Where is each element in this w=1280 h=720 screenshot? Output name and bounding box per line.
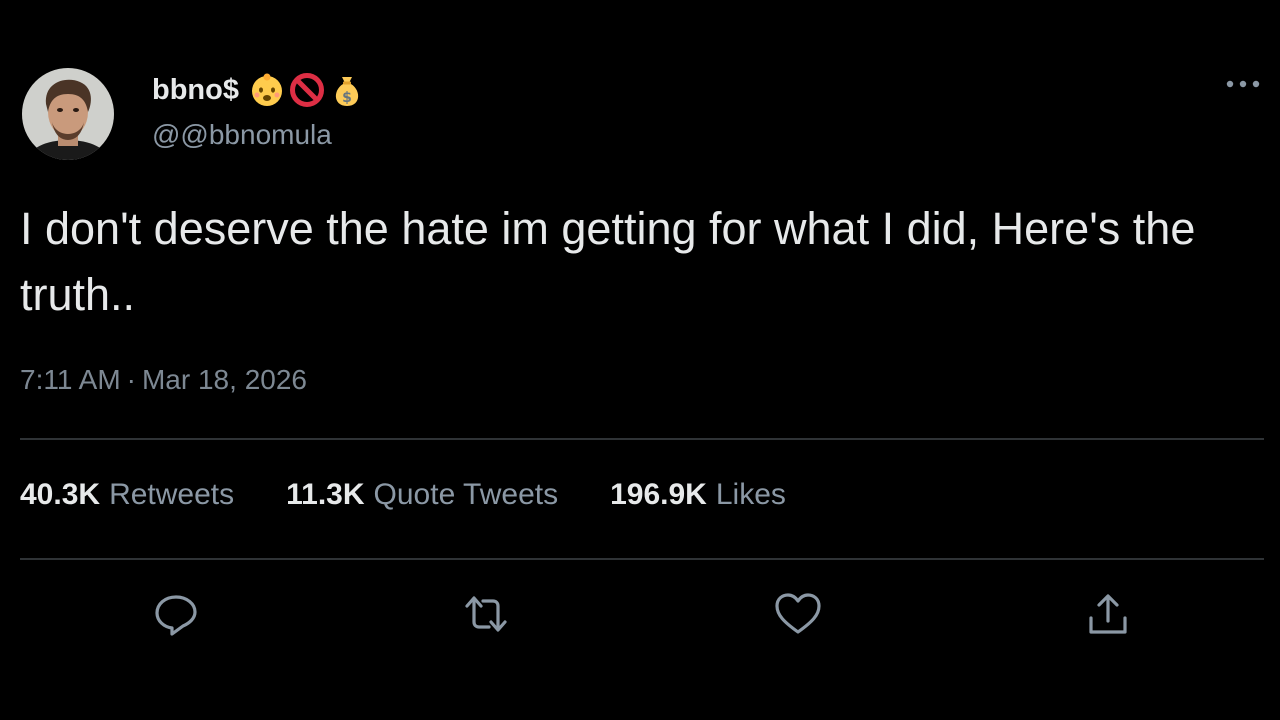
quote-tweets-label: Quote Tweets bbox=[373, 478, 559, 511]
author-handle[interactable]: @@bbnomula bbox=[152, 119, 332, 151]
retweets-label: Retweets bbox=[109, 478, 235, 511]
share-button[interactable] bbox=[1084, 590, 1132, 638]
display-name[interactable]: bbno$ bbox=[152, 74, 239, 107]
likes-count: 196.9K bbox=[610, 478, 707, 511]
reply-button[interactable] bbox=[152, 590, 200, 638]
baby-emoji-icon bbox=[252, 73, 282, 106]
more-options-icon[interactable] bbox=[1222, 76, 1264, 92]
quote-tweets-count: 11.3K bbox=[286, 478, 365, 511]
tweet-time: 7:11 AM bbox=[20, 364, 121, 395]
tweet-card: bbno$ $ @@bbnomula I don't deserve the h… bbox=[0, 0, 1280, 720]
tweet-stats: 40.3K Retweets 11.3K Quote Tweets 196.9K… bbox=[20, 478, 838, 512]
avatar-image bbox=[22, 68, 114, 160]
name-emojis: $ bbox=[249, 72, 365, 108]
tweet-date: Mar 18, 2026 bbox=[141, 364, 307, 395]
svg-text:$: $ bbox=[342, 90, 352, 106]
likes-label: Likes bbox=[715, 478, 786, 511]
like-icon bbox=[775, 593, 821, 634]
tweet-timestamp[interactable]: 7:11 AM · Mar 18, 2026 bbox=[20, 364, 307, 396]
avatar[interactable] bbox=[22, 68, 114, 160]
retweet-button[interactable] bbox=[462, 590, 510, 638]
like-button[interactable] bbox=[774, 590, 822, 638]
divider bbox=[20, 438, 1264, 440]
retweets-count: 40.3K bbox=[20, 478, 101, 511]
money-bag-emoji-icon: $ bbox=[335, 77, 359, 106]
quote-tweets-stat[interactable]: 11.3K Quote Tweets bbox=[286, 478, 558, 512]
prohibited-emoji-icon bbox=[290, 73, 324, 107]
timestamp-separator: · bbox=[126, 364, 136, 395]
retweet-icon bbox=[465, 596, 507, 632]
author-name-row: bbno$ $ bbox=[152, 70, 365, 110]
retweets-stat[interactable]: 40.3K Retweets bbox=[20, 478, 234, 512]
tweet-text: I don't deserve the hate im getting for … bbox=[20, 203, 1196, 320]
likes-stat[interactable]: 196.9K Likes bbox=[610, 478, 786, 512]
share-icon bbox=[1089, 594, 1127, 634]
divider bbox=[20, 558, 1264, 560]
reply-icon bbox=[155, 595, 197, 636]
